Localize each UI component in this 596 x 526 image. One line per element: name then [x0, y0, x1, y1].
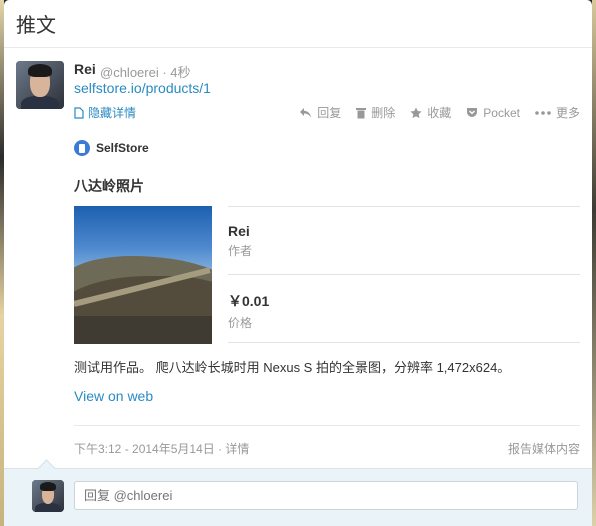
card-brand[interactable]: SelfStore	[74, 140, 580, 156]
reply-icon	[299, 107, 312, 118]
delete-button[interactable]: 删除	[356, 104, 395, 121]
price-value: ￥0.01	[228, 293, 270, 309]
price-label: 价格	[228, 316, 253, 330]
footer-divider	[74, 425, 580, 426]
product-card: SelfStore 八达岭照片 Rei 作者 ￥0.01 价格	[74, 140, 580, 344]
product-image[interactable]	[74, 206, 212, 344]
favorite-button[interactable]: 收藏	[410, 104, 451, 121]
star-icon	[410, 107, 422, 119]
price-info: ￥0.01 价格	[228, 274, 580, 343]
card-divider	[228, 342, 580, 343]
card-title[interactable]: 八达岭照片	[74, 176, 144, 196]
tweet-actions: 回复 删除 收藏 Pocket 更多	[299, 104, 580, 121]
modal-title: 推文	[16, 15, 56, 37]
hide-detail-button[interactable]: 隐藏详情	[74, 104, 136, 121]
card-brand-name: SelfStore	[96, 141, 149, 155]
tweet-timestamp[interactable]: 下午3:12 - 2014年5月14日 · 详情	[74, 440, 249, 457]
reply-input[interactable]	[74, 481, 578, 510]
tweet-description: 测试用作品。 爬八达岭长城时用 Nexus S 拍的全景图，分辨率 1,472x…	[74, 360, 511, 375]
trash-icon	[356, 107, 367, 119]
hide-detail-label: 隐藏详情	[88, 106, 137, 120]
tweet-link[interactable]: selfstore.io/products/1	[74, 80, 211, 96]
author-name[interactable]: Rei	[74, 61, 96, 77]
more-button[interactable]: 更多	[535, 104, 580, 121]
reply-avatar	[32, 480, 64, 512]
pocket-icon	[466, 107, 478, 118]
author-info: Rei 作者	[228, 206, 580, 275]
document-icon	[74, 106, 84, 119]
pocket-label: Pocket	[483, 105, 520, 120]
tweet-time[interactable]: · 4秒	[162, 65, 190, 80]
view-on-web-link[interactable]: View on web	[74, 388, 153, 404]
author-handle[interactable]: @chloerei	[100, 65, 159, 80]
reply-button[interactable]: 回复	[299, 104, 341, 121]
selfstore-logo-icon	[74, 140, 90, 156]
more-label: 更多	[555, 106, 580, 120]
favorite-label: 收藏	[427, 106, 452, 120]
tweet-meta: @chloerei · 4秒	[100, 62, 191, 81]
pocket-button[interactable]: Pocket	[466, 104, 520, 121]
background-right	[592, 0, 596, 526]
modal-header: 推文	[4, 0, 592, 48]
author-label: 作者	[228, 244, 253, 258]
tweet-modal: 推文 Rei @chloerei · 4秒 selfstore.io/produ…	[4, 0, 592, 526]
delete-label: 删除	[371, 106, 396, 120]
reply-label: 回复	[317, 106, 342, 120]
avatar[interactable]	[16, 61, 64, 109]
author-value: Rei	[228, 223, 250, 239]
more-icon	[535, 110, 551, 115]
report-media-link[interactable]: 报告媒体内容	[508, 440, 580, 457]
